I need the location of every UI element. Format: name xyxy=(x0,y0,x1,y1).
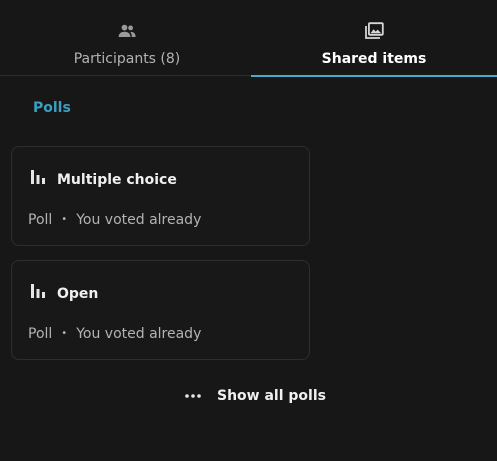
show-all-polls-button[interactable]: Show all polls xyxy=(184,384,326,408)
tab-shared-items-label: Shared items xyxy=(321,51,427,67)
image-multiple-icon xyxy=(363,22,385,40)
poll-icon xyxy=(30,169,46,185)
poll-status: You voted already xyxy=(76,326,202,342)
account-group-icon xyxy=(116,22,138,40)
poll-card[interactable]: Multiple choice Poll • You voted already xyxy=(11,146,310,246)
poll-title: Multiple choice xyxy=(57,172,177,188)
poll-icon xyxy=(30,283,46,299)
tab-participants-label: Participants (8) xyxy=(73,51,181,67)
poll-status: You voted already xyxy=(76,212,202,228)
poll-type: Poll xyxy=(28,212,53,228)
poll-meta: Poll • You voted already xyxy=(28,325,201,343)
section-title-polls: Polls xyxy=(33,100,71,116)
meta-separator: • xyxy=(61,328,68,339)
active-tab-indicator xyxy=(251,75,497,77)
poll-meta: Poll • You voted already xyxy=(28,211,201,229)
tab-bar: Participants (8) Shared items xyxy=(0,0,497,77)
poll-card[interactable]: Open Poll • You voted already xyxy=(11,260,310,360)
poll-type: Poll xyxy=(28,326,53,342)
show-all-polls-label: Show all polls xyxy=(217,388,326,404)
dots-horizontal-icon xyxy=(184,393,202,399)
tab-participants[interactable]: Participants (8) xyxy=(3,0,251,76)
poll-title: Open xyxy=(57,286,99,302)
meta-separator: • xyxy=(61,214,68,225)
shared-items-panel: Participants (8) Shared items Polls Mult… xyxy=(0,0,497,461)
tab-shared-items[interactable]: Shared items xyxy=(251,0,497,77)
